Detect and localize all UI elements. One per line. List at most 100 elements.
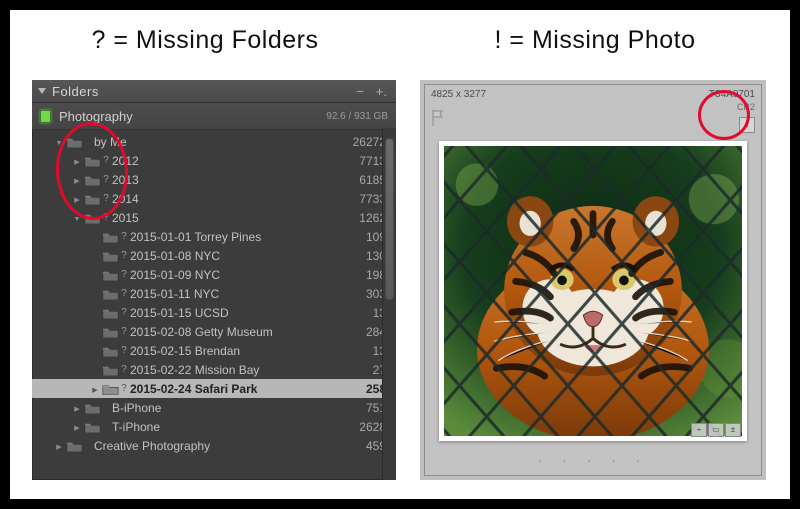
folder-row[interactable]: T-iPhone2628 [32,417,396,436]
missing-mark-icon: ? [120,269,128,280]
add-folder-button[interactable]: +. [373,84,390,99]
folder-icon [100,364,120,376]
missing-mark-icon: ? [120,231,128,242]
folder-name: 2015-02-22 Mission Bay [128,363,369,377]
folder-icon [82,212,102,224]
folder-row[interactable]: ?2015-02-08 Getty Museum284 [32,322,396,341]
folder-icon [64,136,84,148]
folder-icon [64,440,84,452]
folder-row[interactable]: ?20151262 [32,208,396,227]
remove-folder-button[interactable]: − [353,84,367,99]
disclosure-right-icon[interactable] [72,422,82,432]
photo-cell[interactable]: 4825 x 3277 T84A0701 CR2 ! [420,80,766,480]
folder-name: Creative Photography [92,439,362,453]
folder-row[interactable]: by Me26272 [32,132,396,151]
folder-row-selected[interactable]: ?2015-02-24 Safari Park258 [32,379,396,398]
folder-row[interactable]: ?20136185 [32,170,396,189]
missing-mark-icon: ? [102,193,110,204]
thumbnail-badges: ⌁ ▭ ± [691,423,741,437]
keywords-badge-icon[interactable]: ⌁ [691,423,707,437]
folder-name: 2015-01-01 Torrey Pines [128,230,362,244]
folder-icon [100,345,120,357]
scrollbar[interactable] [382,128,396,480]
folder-icon [82,402,102,414]
folder-row[interactable]: Creative Photography459 [32,436,396,455]
folder-row[interactable]: ?2015-02-15 Brendan13 [32,341,396,360]
folder-row[interactable]: ?2015-01-11 NYC303 [32,284,396,303]
folder-icon [82,193,102,205]
folders-panel-title: Folders [52,84,347,99]
volume-status-led-icon [40,110,51,123]
disclosure-down-icon[interactable] [54,137,64,147]
volume-row[interactable]: Photography 92.6 / 931 GB [32,103,396,130]
disclosure-right-icon[interactable] [54,441,64,451]
folders-panel-header[interactable]: Folders − +. [32,80,396,103]
folder-name: 2015-02-08 Getty Museum [128,325,362,339]
disclosure-right-icon[interactable] [72,194,82,204]
folder-icon [100,288,120,300]
titles: ? = Missing Folders ! = Missing Photo [10,26,790,66]
flag-icon[interactable] [431,109,445,127]
folder-tree: by Me26272?20127713?20136185?20147733?20… [32,130,396,459]
folder-name: 2013 [110,173,355,187]
folder-row[interactable]: ?2015-02-22 Mission Bay27 [32,360,396,379]
thumbnail-image[interactable] [444,146,742,436]
folder-row[interactable]: ?2015-01-09 NYC198 [32,265,396,284]
title-missing-photo: ! = Missing Photo [400,26,790,66]
folder-name: B-iPhone [110,401,362,415]
folder-row[interactable]: B-iPhone751 [32,398,396,417]
folder-name: 2015 [110,211,355,225]
folder-icon [82,174,102,186]
disclosure-down-icon[interactable] [72,213,82,223]
folder-name: 2012 [110,154,355,168]
develop-badge-icon[interactable]: ± [725,423,741,437]
title-missing-folders: ? = Missing Folders [10,26,400,66]
folder-name: 2015-01-15 UCSD [128,306,369,320]
missing-mark-icon: ? [120,383,128,394]
missing-mark-icon: ? [120,288,128,299]
photo-dimensions: 4825 x 3277 [431,89,486,100]
folder-name: 2014 [110,192,355,206]
folder-row[interactable]: ?2015-01-15 UCSD13 [32,303,396,322]
folder-row[interactable]: ?2015-01-01 Torrey Pines109 [32,227,396,246]
folders-panel: Folders − +. Photography 92.6 / 931 GB b… [32,80,396,480]
folder-name: T-iPhone [110,420,355,434]
folder-name: 2015-02-15 Brendan [128,344,369,358]
folder-icon [82,155,102,167]
folder-name: 2015-01-08 NYC [128,249,362,263]
photo-filename: T84A0701 [709,89,755,100]
disclosure-right-icon[interactable] [72,175,82,185]
folder-row[interactable]: ?2015-01-08 NYC130 [32,246,396,265]
disclosure-right-icon[interactable] [72,403,82,413]
thumbnail-frame [439,141,747,441]
folder-name: by Me [92,135,349,149]
photo-extension: CR2 [737,102,755,112]
photo-cell-inner: 4825 x 3277 T84A0701 CR2 ! [424,84,762,476]
missing-mark-icon: ? [102,155,110,166]
disclosure-down-icon [38,88,46,94]
missing-mark-icon: ? [120,326,128,337]
missing-mark-icon: ? [120,364,128,375]
missing-mark-icon: ? [102,212,110,223]
scrollbar-thumb[interactable] [385,138,394,300]
disclosure-right-icon[interactable] [72,156,82,166]
folder-row[interactable]: ?20127713 [32,151,396,170]
comparison-frame: ? = Missing Folders ! = Missing Photo Fo… [0,0,800,509]
folder-icon [82,421,102,433]
volume-stats: 92.6 / 931 GB [326,111,388,122]
disclosure-right-icon[interactable] [90,384,100,394]
missing-mark-icon: ? [120,250,128,261]
folder-name: 2015-01-09 NYC [128,268,362,282]
folder-count: 26272 [349,135,386,149]
missing-mark-icon: ? [120,307,128,318]
missing-mark-icon: ? [102,174,110,185]
folder-name: 2015-02-24 Safari Park [128,382,362,396]
missing-mark-icon: ? [120,345,128,356]
crop-badge-icon[interactable]: ▭ [708,423,724,437]
rating-dots[interactable]: · · · · · [425,452,761,468]
volume-name: Photography [59,109,318,124]
missing-photo-badge[interactable]: ! [739,117,755,133]
folder-icon [100,231,120,243]
folder-row[interactable]: ?20147733 [32,189,396,208]
folder-icon [100,307,120,319]
